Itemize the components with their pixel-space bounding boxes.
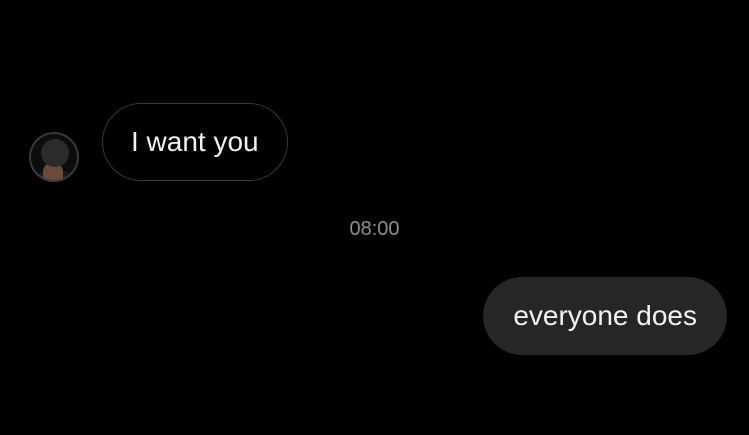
outgoing-message-bubble[interactable]: everyone does xyxy=(483,277,727,355)
avatar-story-ring xyxy=(29,132,79,182)
chat-thread: I want you 08:00 everyone does xyxy=(0,0,749,435)
incoming-message-bubble[interactable]: I want you xyxy=(102,103,288,181)
contact-avatar[interactable] xyxy=(29,132,79,182)
message-timestamp: 08:00 xyxy=(349,218,400,240)
